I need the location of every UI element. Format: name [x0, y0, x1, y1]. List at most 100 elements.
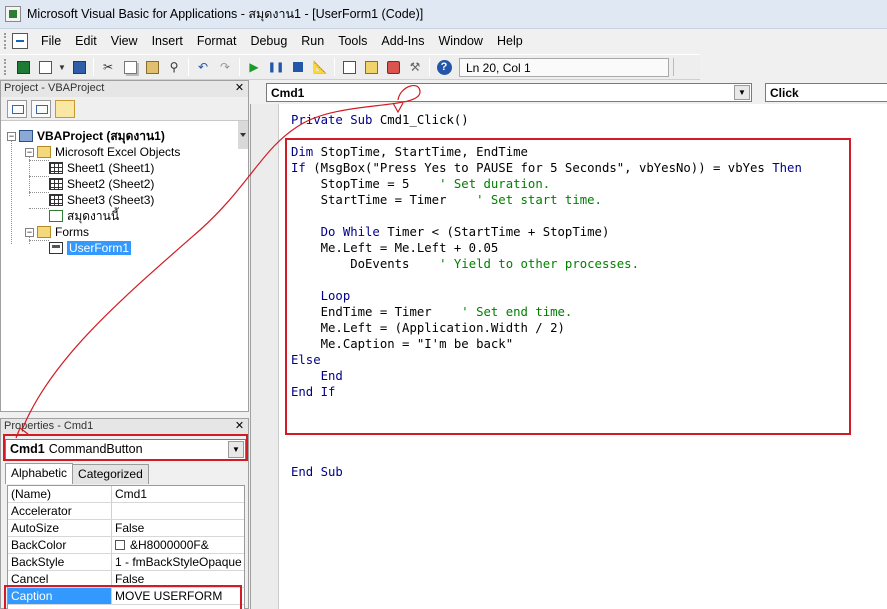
tree-node-sheet1[interactable]: Sheet1 (Sheet1) — [49, 160, 154, 176]
code-line[interactable]: Else — [291, 352, 321, 368]
object-type: CommandButton — [48, 442, 143, 456]
code-line[interactable]: End — [291, 368, 343, 384]
view-code-icon[interactable] — [7, 99, 27, 118]
help-icon[interactable]: ? — [435, 58, 453, 76]
menu-format[interactable]: Format — [190, 34, 244, 48]
code-line[interactable]: StartTime = Timer ' Set start time. — [291, 192, 602, 208]
code-line[interactable]: Loop — [291, 288, 351, 304]
code-keyword: Then — [772, 161, 802, 175]
property-row[interactable]: Cancel False — [8, 571, 244, 588]
object-browser-icon[interactable] — [384, 58, 402, 76]
menu-edit[interactable]: Edit — [68, 34, 104, 48]
object-selector[interactable]: Cmd1 CommandButton ▼ — [5, 439, 246, 460]
menu-debug[interactable]: Debug — [243, 34, 294, 48]
code-line[interactable]: DoEvents ' Yield to other processes. — [291, 256, 639, 272]
redo-icon[interactable]: ↷ — [216, 58, 234, 76]
collapse-icon[interactable]: − — [25, 147, 34, 157]
property-value[interactable]: &H8000000F& — [112, 537, 244, 553]
object-combo[interactable]: Cmd1 ▼ — [266, 83, 752, 102]
folder-icon — [37, 226, 51, 238]
property-value[interactable] — [112, 503, 244, 519]
save-icon[interactable] — [70, 58, 88, 76]
property-value[interactable]: False — [112, 571, 244, 587]
insert-userform-icon[interactable] — [36, 58, 54, 76]
menu-tools[interactable]: Tools — [331, 34, 374, 48]
code-line[interactable]: Do While Timer < (StartTime + StopTime) — [291, 224, 610, 240]
vbaproject-icon — [19, 130, 33, 142]
copy-icon[interactable] — [121, 58, 139, 76]
paste-icon[interactable] — [143, 58, 161, 76]
view-object-icon[interactable] — [31, 99, 51, 118]
design-mode-icon[interactable]: 📐 — [311, 58, 329, 76]
tree-node-userform1[interactable]: UserForm1 — [49, 240, 132, 256]
code-line[interactable]: EndTime = Timer ' Set end time. — [291, 304, 573, 320]
property-row[interactable]: (Name) Cmd1 — [8, 486, 244, 503]
code-line[interactable]: Private Sub Cmd1_Click() — [291, 112, 469, 128]
toggle-folders-icon[interactable] — [55, 99, 75, 118]
code-line[interactable]: Dim StopTime, StartTime, EndTime — [291, 144, 528, 160]
code-comment: ' Yield to other processes. — [439, 257, 639, 271]
procedure-combo[interactable]: Click — [765, 83, 887, 102]
close-icon[interactable]: ✕ — [233, 82, 246, 95]
cut-icon[interactable]: ✂ — [99, 58, 117, 76]
tree-node-sheet2[interactable]: Sheet2 (Sheet2) — [49, 176, 154, 192]
property-row[interactable]: Accelerator — [8, 503, 244, 520]
property-row[interactable]: AutoSize False — [8, 520, 244, 537]
code-line[interactable]: Me.Left = Me.Left + 0.05 — [291, 240, 499, 256]
code-line[interactable]: StopTime = 5 ' Set duration. — [291, 176, 551, 192]
undo-icon[interactable]: ↶ — [194, 58, 212, 76]
dropdown-arrow-icon[interactable]: ▼ — [58, 58, 66, 76]
menu-add-ins[interactable]: Add-Ins — [374, 34, 431, 48]
collapse-icon[interactable]: − — [25, 227, 34, 237]
property-value[interactable]: Cmd1 — [112, 486, 244, 502]
code-line[interactable]: Me.Left = (Application.Width / 2) — [291, 320, 565, 336]
excel-icon[interactable] — [14, 58, 32, 76]
menu-insert[interactable]: Insert — [145, 34, 190, 48]
toolbar-grip[interactable] — [4, 59, 8, 75]
code-line[interactable]: If (MsgBox("Press Yes to PAUSE for 5 Sec… — [291, 160, 802, 176]
property-name: Cancel — [8, 571, 112, 587]
code-editor[interactable]: Private Sub Cmd1_Click() Dim StopTime, St… — [250, 104, 887, 609]
property-row[interactable]: BackStyle 1 - fmBackStyleOpaque — [8, 554, 244, 571]
property-value[interactable]: False — [112, 520, 244, 536]
close-icon[interactable]: ✕ — [233, 420, 246, 433]
reset-icon[interactable] — [289, 58, 307, 76]
menu-grip[interactable] — [4, 33, 8, 49]
tree-node-thisworkbook[interactable]: สมุดงานนี้ — [49, 208, 119, 224]
project-pane-scroll-indicator[interactable] — [238, 121, 248, 149]
run-icon[interactable]: ▶ — [245, 58, 263, 76]
chevron-down-icon[interactable]: ▼ — [734, 85, 750, 100]
properties-window-icon[interactable] — [362, 58, 380, 76]
property-row[interactable]: BackColor &H8000000F& — [8, 537, 244, 554]
code-line[interactable]: End If — [291, 384, 335, 400]
tree-node-vbaproject[interactable]: − VBAProject (สมุดงาน1) — [7, 128, 165, 144]
project-explorer-icon[interactable] — [340, 58, 358, 76]
property-value[interactable]: MOVE USERFORM — [112, 588, 244, 604]
break-icon[interactable]: ❚❚ — [267, 58, 285, 76]
tab-categorized[interactable]: Categorized — [72, 464, 149, 484]
chevron-down-icon[interactable]: ▼ — [228, 441, 244, 458]
color-swatch — [115, 540, 125, 550]
menu-file[interactable]: File — [34, 34, 68, 48]
find-icon[interactable]: ⚲ — [165, 58, 183, 76]
code-margin-indicator-bar[interactable] — [251, 104, 279, 609]
code-keyword: End — [291, 369, 343, 383]
menu-view[interactable]: View — [104, 34, 145, 48]
tab-alphabetic[interactable]: Alphabetic — [5, 463, 74, 484]
code-line[interactable]: End Sub — [291, 464, 343, 480]
menu-window[interactable]: Window — [432, 34, 490, 48]
property-value[interactable]: 1 - fmBackStyleOpaque — [112, 554, 244, 570]
menu-help[interactable]: Help — [490, 34, 530, 48]
collapse-icon[interactable]: − — [7, 131, 16, 141]
code-line[interactable]: Me.Caption = "I'm be back" — [291, 336, 514, 352]
tree-node-excel-objects[interactable]: − Microsoft Excel Objects — [25, 144, 180, 160]
tree-node-forms[interactable]: − Forms — [25, 224, 89, 240]
property-row-caption[interactable]: Caption MOVE USERFORM — [8, 588, 244, 605]
toolbar-overflow[interactable] — [673, 58, 681, 76]
code-window-menu-icon[interactable] — [12, 33, 28, 49]
menu-run[interactable]: Run — [294, 34, 331, 48]
toolbox-icon[interactable]: ⚒ — [406, 58, 424, 76]
property-name: BackColor — [8, 537, 112, 553]
property-name: Accelerator — [8, 503, 112, 519]
tree-node-label: Forms — [55, 225, 89, 239]
